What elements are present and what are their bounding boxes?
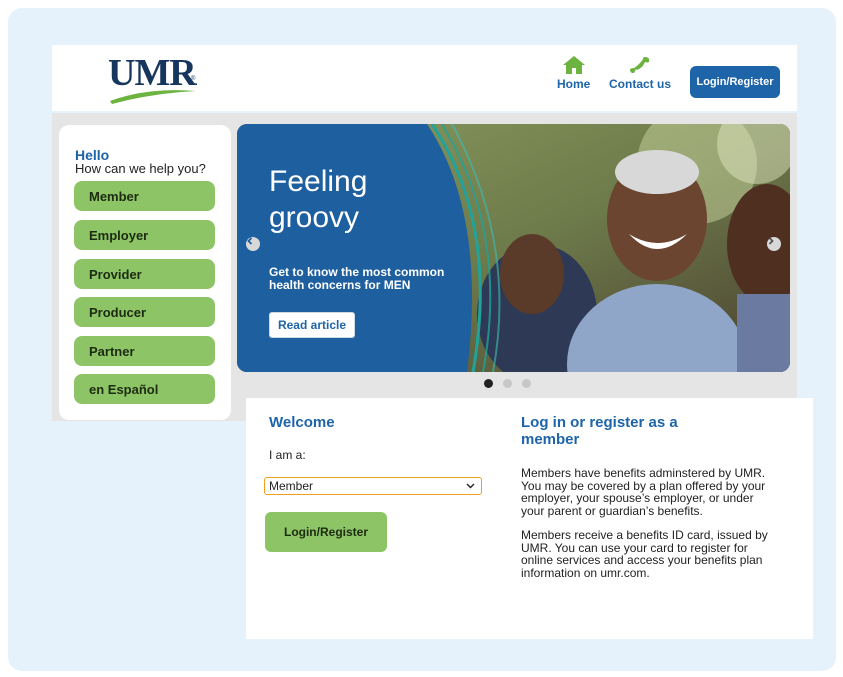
umr-logo[interactable]: UMR ® [108,51,204,107]
spanish-button[interactable]: en Español [74,374,215,404]
carousel-prev-button[interactable] [246,237,260,251]
role-label: I am a: [269,448,306,462]
chevron-right-icon [768,237,774,245]
banner-subtext: Get to know the most common health conce… [269,265,445,292]
phone-icon [630,57,649,73]
nav-home[interactable]: Home [557,55,590,91]
carousel-dots [484,379,531,388]
read-article-button[interactable]: Read article [269,312,355,338]
chevron-down-icon [466,483,475,489]
header-login-button[interactable]: Login/Register [690,66,780,98]
carousel-dot-1[interactable] [484,379,493,388]
site-header: UMR ® Home Contact us Login/Register [52,45,797,111]
banner-headline: Feeling groovy [269,165,368,234]
employer-button[interactable]: Employer [74,220,215,250]
home-icon [562,56,585,74]
chevron-left-icon [247,237,253,245]
logo-trademark: ® [191,76,196,82]
role-select[interactable]: Member [264,477,482,495]
role-select-value: Member [269,479,314,493]
member-info: Log in or register as a member Members h… [521,414,781,579]
logo-swoosh-icon [110,90,196,104]
nav-home-label: Home [557,77,591,91]
carousel-dot-2[interactable] [503,379,512,388]
panel-question: How can we help you? [75,161,206,176]
member-info-title: Log in or register as a member [521,414,678,448]
audience-panel: Hello How can we help you? Member Employ… [59,125,231,420]
hero-banner: Feeling groovy Get to know the most comm… [237,124,790,372]
provider-button[interactable]: Provider [74,259,215,289]
nav-contact-label: Contact us [609,77,672,91]
member-info-paragraph-2: Members receive a benefits ID card, issu… [521,528,768,580]
carousel-dot-3[interactable] [522,379,531,388]
carousel-next-button[interactable] [767,237,781,251]
member-button[interactable]: Member [74,181,215,211]
welcome-panel: Welcome I am a: Member Login/Register Lo… [246,398,813,639]
partner-button[interactable]: Partner [74,336,215,366]
member-info-paragraph-1: Members have benefits adminstered by UMR… [521,466,766,518]
welcome-title: Welcome [269,414,335,431]
nav-contact[interactable]: Contact us [609,55,671,91]
producer-button[interactable]: Producer [74,297,215,327]
login-register-button[interactable]: Login/Register [265,512,387,552]
